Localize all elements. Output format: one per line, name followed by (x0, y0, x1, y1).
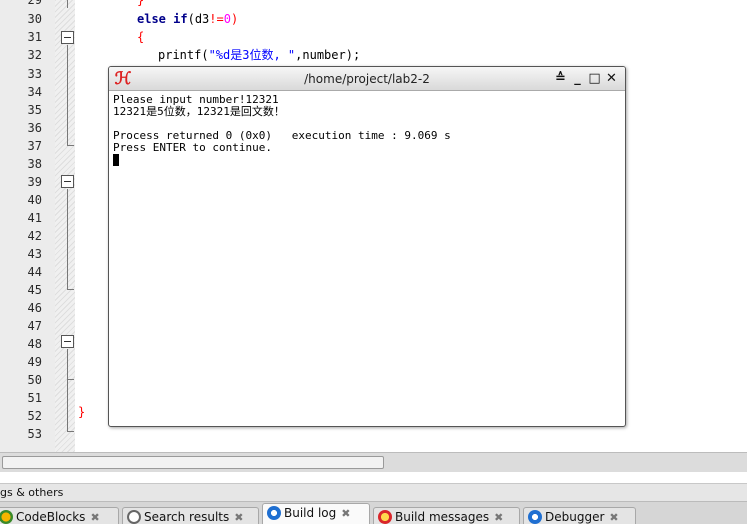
tab-debugger[interactable]: Debugger ✖ (523, 507, 636, 524)
shade-button[interactable]: ≙ (553, 71, 568, 87)
debugger-icon (528, 509, 542, 524)
fold-toggle-icon[interactable] (61, 335, 74, 348)
terminal-window[interactable]: ℋ /home/project/lab2-2 ≙ _ □ ✕ Please in… (108, 66, 626, 427)
close-icon[interactable]: ✖ (234, 511, 243, 524)
tab-label: Build log (284, 506, 337, 520)
terminal-cursor-line (113, 154, 621, 166)
maximize-button[interactable]: □ (587, 71, 602, 87)
fold-line (67, 349, 68, 379)
code-line-32: printf("%d是3位数, ",number); (158, 48, 360, 63)
line-number: 52 (27, 409, 42, 423)
fold-toggle-icon[interactable] (61, 175, 74, 188)
fold-line (67, 379, 68, 431)
logs-panel-header: gs & others (0, 483, 747, 501)
line-number: 45 (27, 283, 42, 297)
tab-label: Build messages (395, 510, 490, 524)
line-number: 40 (27, 193, 42, 207)
line-number: 51 (27, 391, 42, 405)
editor-horizontal-scrollbar[interactable] (0, 452, 747, 472)
line-number: 42 (27, 229, 42, 243)
line-number: 36 (27, 121, 42, 135)
terminal-line: 12321是5位数，12321是回文数！ (113, 105, 285, 118)
scrollbar-thumb[interactable] (2, 456, 384, 469)
fold-line (67, 0, 68, 8)
code-paren: ) (230, 12, 239, 26)
fold-margin (55, 0, 75, 452)
tab-build-log[interactable]: Build log ✖ (262, 503, 370, 524)
line-number: 41 (27, 211, 42, 225)
line-number: 31 (27, 30, 42, 44)
tab-build-messages[interactable]: Build messages ✖ (373, 507, 520, 524)
close-icon[interactable]: ✖ (90, 511, 99, 524)
code-string: "%d是3位数, " (208, 48, 296, 62)
line-number: 44 (27, 265, 42, 279)
line-number: 49 (27, 355, 42, 369)
terminal-output[interactable]: Please input number!12321 12321是5位数，1232… (113, 94, 621, 422)
terminal-cursor (113, 154, 119, 166)
code-text: printf( (158, 48, 209, 62)
tab-codeblocks[interactable]: CodeBlocks ✖ (0, 507, 119, 524)
code-number: 0 (223, 12, 231, 26)
line-number: 30 (27, 12, 42, 26)
line-number-gutter: 29 30 31 32 33 34 35 36 37 38 39 40 41 4… (0, 0, 55, 452)
close-icon[interactable]: ✖ (494, 511, 503, 524)
panel-title: gs & others (0, 486, 64, 499)
build-log-icon (267, 505, 281, 520)
line-number: 43 (27, 247, 42, 261)
terminal-titlebar[interactable]: ℋ /home/project/lab2-2 ≙ _ □ ✕ (109, 67, 625, 91)
close-button[interactable]: ✕ (604, 71, 619, 87)
close-icon[interactable]: ✖ (341, 507, 350, 520)
line-number: 50 (27, 373, 42, 387)
close-icon[interactable]: ✖ (609, 511, 618, 524)
line-number: 46 (27, 301, 42, 315)
line-number: 33 (27, 67, 42, 81)
fold-line (67, 189, 68, 289)
line-number: 35 (27, 103, 42, 117)
fold-end-tick (67, 431, 74, 432)
line-number: 32 (27, 48, 42, 62)
tab-label: Debugger (545, 510, 605, 524)
build-messages-icon (378, 509, 392, 524)
fold-end-tick (67, 289, 74, 290)
line-number: 48 (27, 337, 42, 351)
line-number: 47 (27, 319, 42, 333)
logs-tab-strip: CodeBlocks ✖ Search results ✖ Build log ✖ B… (0, 501, 747, 524)
code-keyword: if (173, 12, 188, 26)
code-line-30: else if(d3!=0) (137, 12, 238, 27)
fold-end-tick (67, 379, 74, 380)
code-text: (d3 (187, 12, 210, 26)
tab-label: CodeBlocks (16, 510, 86, 524)
code-brace: } (137, 0, 145, 7)
search-icon (127, 509, 141, 524)
line-number: 38 (27, 157, 42, 171)
terminal-title: /home/project/lab2-2 (304, 72, 430, 86)
code-brace: } (78, 405, 86, 419)
line-number: 53 (27, 427, 42, 441)
code-operator: != (209, 12, 224, 26)
code-text: ,number); (295, 48, 361, 62)
codeblocks-icon (0, 509, 13, 524)
line-number: 29 (27, 0, 42, 7)
line-number: 37 (27, 139, 42, 153)
terminal-line: Press ENTER to continue. (113, 141, 272, 154)
code-keyword: else (137, 12, 166, 26)
line-number: 39 (27, 175, 42, 189)
minimize-button[interactable]: _ (570, 71, 585, 87)
fold-line (67, 45, 68, 145)
fold-toggle-icon[interactable] (61, 31, 74, 44)
line-number: 34 (27, 85, 42, 99)
code-brace: { (137, 30, 145, 44)
fold-end-tick (67, 145, 74, 146)
tab-search-results[interactable]: Search results ✖ (122, 507, 259, 524)
tab-label: Search results (144, 510, 230, 524)
